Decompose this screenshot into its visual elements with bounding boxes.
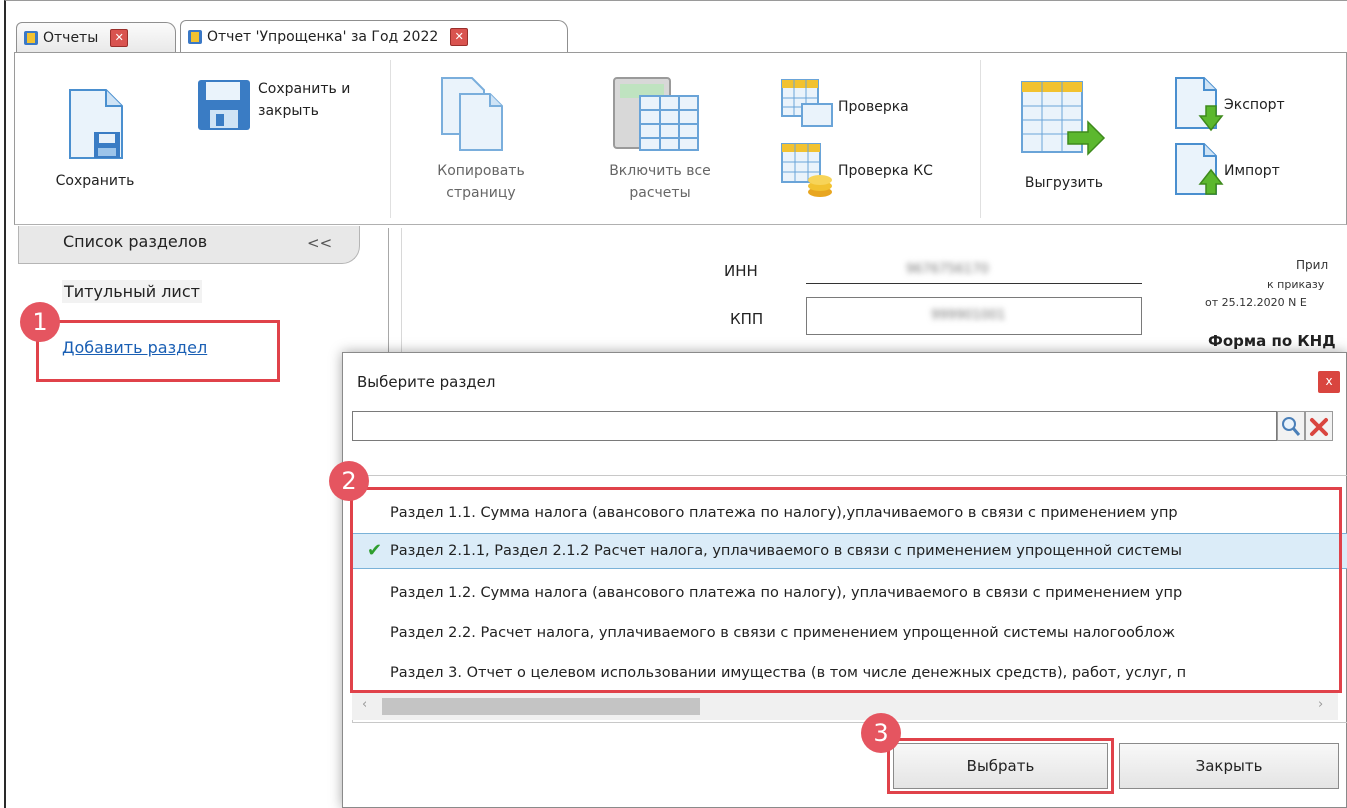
kpp-field[interactable]: 999901001 — [806, 297, 1142, 335]
save-close-icon — [198, 80, 250, 130]
enable-calculations-label-1: Включить все — [609, 163, 711, 179]
save-close-label-2: закрыть — [258, 103, 319, 119]
close-dialog-button[interactable]: Закрыть — [1119, 743, 1339, 789]
import-button[interactable]: Импорт — [1170, 142, 1330, 200]
save-close-button[interactable]: Сохранить и закрыть — [194, 76, 374, 136]
save-button[interactable]: Сохранить — [50, 80, 160, 200]
sections-panel-title: Список разделов — [63, 232, 208, 251]
check-label: Проверка — [838, 99, 909, 115]
horizontal-scrollbar[interactable]: ‹ › — [352, 691, 1338, 720]
copy-page-button[interactable]: Копировать страницу — [416, 74, 546, 214]
select-section-dialog: Выберите раздел x Раздел 1.1. Сумма нало… — [329, 352, 1347, 808]
clear-search-button[interactable] — [1305, 411, 1333, 441]
save-close-label-1: Сохранить и — [258, 81, 351, 97]
tab-reports[interactable]: Отчеты ✕ — [16, 22, 176, 52]
scroll-left-icon[interactable]: ‹ — [362, 697, 367, 712]
kpp-value: 999901001 — [931, 308, 1006, 323]
inn-label: ИНН — [724, 262, 758, 280]
kpp-label: КПП — [730, 310, 764, 328]
clear-icon — [1310, 418, 1328, 436]
check-table-icon — [781, 79, 833, 127]
scrollbar-thumb[interactable] — [382, 698, 700, 715]
annotation-number-1: 1 — [20, 302, 60, 342]
upload-icon — [1021, 81, 1106, 156]
export-button[interactable]: Экспорт — [1170, 76, 1330, 134]
collapse-button[interactable]: << — [307, 234, 332, 252]
report-icon — [188, 29, 202, 44]
toolbar-divider — [390, 60, 391, 218]
copy-page-label-2: страницу — [446, 185, 516, 201]
inn-underline — [806, 283, 1142, 284]
annotation-number-3: 3 — [861, 713, 901, 753]
close-icon[interactable]: ✕ — [110, 28, 129, 47]
tab-report-usn[interactable]: Отчет 'Упрощенка' за Год 2022 ✕ — [180, 20, 568, 52]
annotation-box-3 — [887, 738, 1114, 794]
knd-form-label: Форма по КНД — [1208, 332, 1336, 350]
report-icon — [24, 30, 38, 45]
import-icon — [1175, 143, 1224, 195]
inn-value: 9676756170 — [906, 262, 989, 277]
close-icon[interactable]: ✕ — [450, 27, 469, 46]
appendix-line-1: Прил — [1296, 258, 1329, 272]
check-ks-button[interactable]: Проверка КС — [780, 142, 970, 202]
annotation-box-2 — [350, 487, 1342, 693]
upload-label: Выгрузить — [1024, 175, 1104, 191]
add-section-link[interactable]: Добавить раздел — [62, 338, 207, 357]
calculator-icon — [613, 77, 699, 151]
annotation-number-2: 2 — [329, 461, 369, 501]
export-icon — [1175, 77, 1224, 132]
tab-report-usn-label: Отчет 'Упрощенка' за Год 2022 — [207, 28, 439, 45]
import-label: Импорт — [1224, 163, 1280, 179]
section-search-input[interactable] — [352, 411, 1277, 441]
toolbar-divider — [980, 60, 981, 218]
dialog-close-button[interactable]: x — [1318, 371, 1340, 393]
dialog-title: Выберите раздел — [357, 373, 496, 391]
copy-icon — [441, 77, 503, 151]
section-item-title-page[interactable]: Титульный лист — [62, 280, 202, 303]
export-label: Экспорт — [1224, 97, 1285, 113]
search-icon — [1282, 417, 1301, 436]
save-icon — [69, 89, 123, 159]
search-button[interactable] — [1277, 411, 1305, 441]
enable-calculations-label-2: расчеты — [629, 185, 691, 201]
enable-calculations-button[interactable]: Включить все расчеты — [590, 74, 730, 214]
check-ks-icon — [781, 143, 832, 197]
sections-panel-header: Список разделов << — [18, 226, 360, 264]
scroll-right-icon[interactable]: › — [1318, 697, 1323, 712]
save-label: Сохранить — [55, 173, 135, 189]
appendix-line-3: от 25.12.2020 N Е — [1205, 296, 1307, 309]
check-button[interactable]: Проверка — [780, 78, 960, 134]
appendix-line-2: к приказу — [1267, 278, 1325, 291]
copy-page-label-1: Копировать — [437, 163, 525, 179]
upload-button[interactable]: Выгрузить — [1012, 80, 1132, 200]
check-ks-label: Проверка КС — [838, 163, 933, 179]
tab-reports-label: Отчеты — [43, 29, 99, 46]
